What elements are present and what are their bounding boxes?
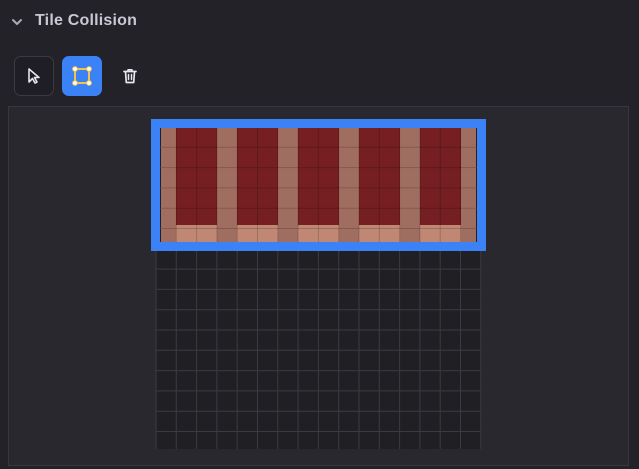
tile-collision-panel: Tile Collision <box>0 0 639 469</box>
tileset-view[interactable] <box>0 0 639 469</box>
tile-sprite <box>155 126 482 242</box>
